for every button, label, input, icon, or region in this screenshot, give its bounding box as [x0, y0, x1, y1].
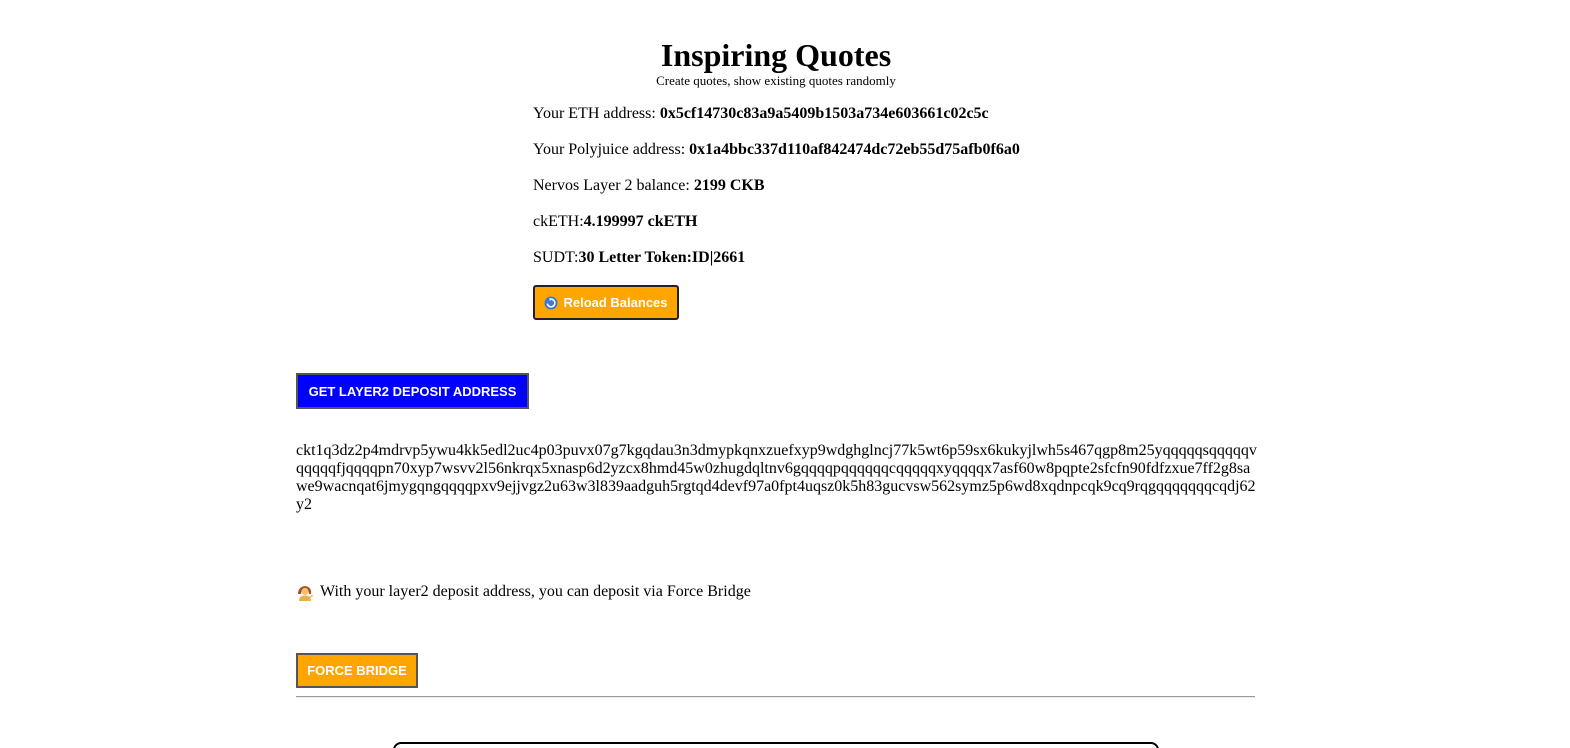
force-bridge-note: With your layer2 deposit address, you ca… — [296, 582, 751, 602]
layer2-balance-value: 2199 CKB — [693, 177, 765, 194]
eth-address-value: 0x5cf14730c83a9a5409b1503a734e603661c02c… — [659, 105, 989, 122]
sudt-balance-label: SUDT: — [533, 249, 579, 266]
divider — [296, 696, 1255, 698]
eth-address-label: Your ETH address: — [533, 105, 660, 122]
layer2-balance-row: Nervos Layer 2 balance: 2199 CKB — [533, 176, 764, 196]
sudt-balance-value: 30 Letter Token:ID|2661 — [578, 249, 746, 266]
quote-box — [393, 742, 1159, 748]
force-bridge-note-text: With your layer2 deposit address, you ca… — [320, 583, 751, 600]
cketh-balance-label: ckETH: — [533, 213, 584, 230]
sudt-balance-row: SUDT:30 Letter Token:ID|2661 — [533, 248, 745, 268]
layer2-balance-label: Nervos Layer 2 balance: — [533, 177, 694, 194]
reload-balances-label: Reload Balances — [563, 295, 668, 310]
force-bridge-button[interactable]: FORCE BRIDGE — [296, 653, 418, 688]
person-tipping-hand-icon — [296, 583, 314, 601]
layer2-deposit-address: ckt1q3dz2p4mdrvp5ywu4kk5edl2uc4p03puvx07… — [296, 442, 1257, 513]
page-subtitle: Create quotes, show existing quotes rand… — [656, 73, 896, 88]
polyjuice-address-value: 0x1a4bbc337d110af842474dc72eb55d75afb0f6… — [689, 141, 1020, 158]
page-title: Inspiring Quotes — [660, 37, 892, 73]
cketh-balance-row: ckETH:4.199997 ckETH — [533, 212, 697, 232]
reload-icon — [544, 296, 558, 310]
eth-address-row: Your ETH address: 0x5cf14730c83a9a5409b1… — [533, 104, 989, 124]
get-layer2-deposit-address-button[interactable]: GET LAYER2 DEPOSIT ADDRESS — [296, 373, 529, 409]
reload-balances-button[interactable]: Reload Balances — [533, 285, 679, 320]
polyjuice-address-row: Your Polyjuice address: 0x1a4bbc337d110a… — [533, 140, 1020, 160]
cketh-balance-value: 4.199997 ckETH — [583, 213, 698, 230]
page: Inspiring Quotes Create quotes, show exi… — [0, 0, 1570, 748]
polyjuice-address-label: Your Polyjuice address: — [533, 141, 690, 158]
